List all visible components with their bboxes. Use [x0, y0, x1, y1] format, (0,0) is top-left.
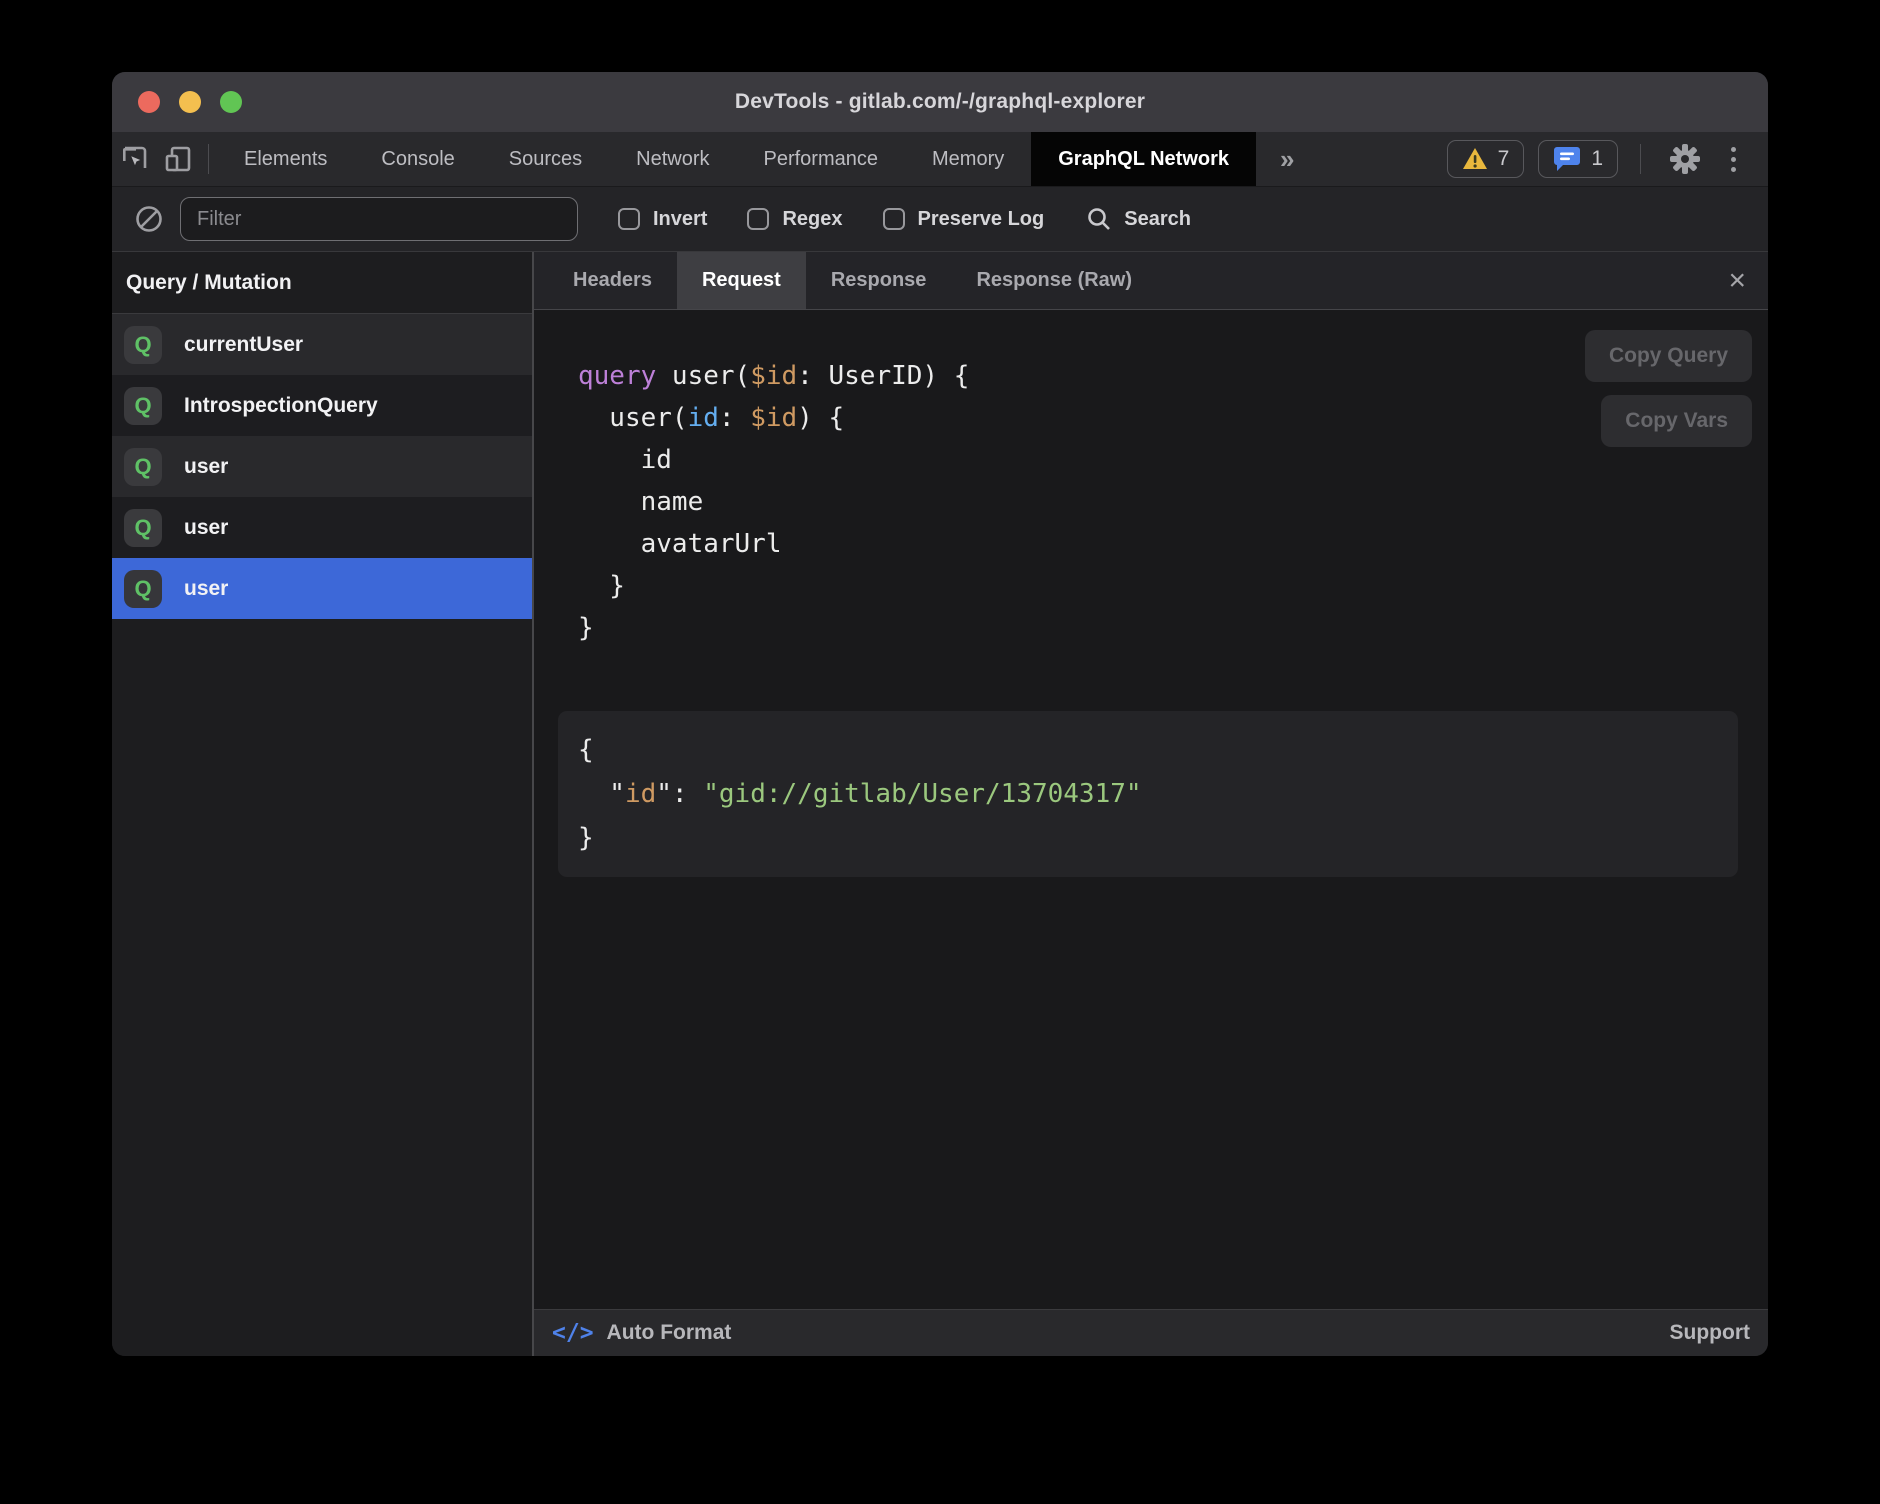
query-variables-box: { "id": "gid://gitlab/User/13704317"} [558, 711, 1738, 877]
list-item-user[interactable]: Quser [112, 497, 532, 558]
request-detail-panel: HeadersRequestResponseResponse (Raw) × q… [534, 252, 1768, 1356]
code-line: user(id: $id) { [578, 397, 1768, 439]
query-type-badge: Q [124, 570, 162, 608]
main-toolbar: ElementsConsoleSourcesNetworkPerformance… [112, 132, 1768, 187]
query-type-badge: Q [124, 509, 162, 547]
detail-tab-headers[interactable]: Headers [548, 252, 677, 309]
issues-badge[interactable]: 1 [1538, 140, 1618, 178]
list-item-user[interactable]: Quser [112, 558, 532, 619]
detail-tab-request[interactable]: Request [677, 252, 806, 309]
tab-elements[interactable]: Elements [217, 132, 354, 186]
query-name-label: IntrospectionQuery [184, 394, 378, 418]
query-name-label: user [184, 577, 228, 601]
badge-separator [1640, 144, 1641, 174]
inspect-element-icon[interactable] [112, 132, 156, 186]
content-area: Query / Mutation QcurrentUserQIntrospect… [112, 252, 1768, 1356]
more-tabs-chevron-icon[interactable]: » [1256, 132, 1318, 186]
search-label: Search [1124, 208, 1191, 231]
toggle-device-toolbar-icon[interactable] [156, 132, 200, 186]
detail-tab-strip: HeadersRequestResponseResponse (Raw) [548, 252, 1157, 309]
checkbox-preserve-log[interactable]: Preserve Log [883, 208, 1045, 231]
checkbox-label: Regex [782, 208, 842, 231]
query-type-badge: Q [124, 326, 162, 364]
filter-bar: Invert Regex Preserve Log Search [112, 187, 1768, 252]
toolbar-separator [208, 144, 209, 174]
code-brackets-icon: </> [552, 1320, 594, 1346]
detail-tab-response[interactable]: Response [806, 252, 952, 309]
warnings-badge[interactable]: 7 [1447, 140, 1525, 178]
request-tab-body: query user($id: UserID) { user(id: $id) … [534, 310, 1768, 1309]
checkbox-invert[interactable]: Invert [618, 208, 707, 231]
code-line: avatarUrl [578, 523, 1768, 565]
footer-bar: </> Auto Format Support [534, 1309, 1768, 1356]
query-list-header: Query / Mutation [112, 252, 532, 314]
graphql-query-code: query user($id: UserID) { user(id: $id) … [578, 355, 1768, 649]
issues-count: 1 [1591, 147, 1603, 171]
tab-sources[interactable]: Sources [482, 132, 609, 186]
tab-network[interactable]: Network [609, 132, 736, 186]
query-type-badge: Q [124, 448, 162, 486]
code-line: id [578, 439, 1768, 481]
warning-icon [1462, 147, 1488, 171]
checkbox-label: Preserve Log [918, 208, 1045, 231]
auto-format-button[interactable]: </> Auto Format [552, 1320, 731, 1346]
code-line: } [578, 607, 1768, 649]
detail-tab-response-raw[interactable]: Response (Raw) [951, 252, 1157, 309]
clear-block-icon[interactable] [132, 205, 166, 233]
code-line: } [578, 816, 1718, 860]
chat-bubble-icon [1553, 146, 1581, 172]
code-line: name [578, 481, 1768, 523]
warnings-count: 7 [1498, 147, 1510, 171]
window-title: DevTools - gitlab.com/-/graphql-explorer [735, 90, 1145, 114]
customize-devtools-kebab-icon[interactable] [1721, 141, 1746, 178]
query-name-label: user [184, 516, 228, 540]
filter-checkbox-strip: Invert Regex Preserve Log [578, 208, 1044, 231]
title-bar: DevTools - gitlab.com/-/graphql-explorer [112, 72, 1768, 132]
query-list-panel: Query / Mutation QcurrentUserQIntrospect… [112, 252, 532, 1356]
close-window-button[interactable] [138, 91, 160, 113]
query-name-label: user [184, 455, 228, 479]
toolbar-right-cluster: 7 1 [1447, 132, 1768, 186]
code-line: { [578, 728, 1718, 772]
tab-memory[interactable]: Memory [905, 132, 1031, 186]
close-detail-icon[interactable]: × [1706, 266, 1768, 296]
list-item-user[interactable]: Quser [112, 436, 532, 497]
detail-tab-bar: HeadersRequestResponseResponse (Raw) × [534, 252, 1768, 310]
list-item-currentuser[interactable]: QcurrentUser [112, 314, 532, 375]
code-line: "id": "gid://gitlab/User/13704317" [578, 772, 1718, 816]
main-tab-strip: ElementsConsoleSourcesNetworkPerformance… [217, 132, 1256, 186]
code-line: } [578, 565, 1768, 607]
zoom-window-button[interactable] [220, 91, 242, 113]
minimize-window-button[interactable] [179, 91, 201, 113]
query-name-label: currentUser [184, 333, 303, 357]
search-icon [1086, 206, 1112, 232]
filter-input[interactable] [180, 197, 578, 241]
tab-graphql-network[interactable]: GraphQL Network [1031, 132, 1256, 186]
list-item-introspectionquery[interactable]: Q IntrospectionQuery [112, 375, 532, 436]
checkbox-box[interactable] [747, 208, 769, 230]
settings-gear-icon[interactable] [1663, 142, 1707, 176]
checkbox-box[interactable] [618, 208, 640, 230]
query-type-badge: Q [124, 387, 162, 425]
query-list: QcurrentUserQIntrospectionQueryQuserQuse… [112, 314, 532, 619]
tab-performance[interactable]: Performance [737, 132, 906, 186]
tab-console[interactable]: Console [354, 132, 481, 186]
checkbox-box[interactable] [883, 208, 905, 230]
search-button[interactable]: Search [1086, 206, 1191, 232]
traffic-lights [138, 72, 242, 132]
copy-vars-button[interactable]: Copy Vars [1601, 395, 1752, 447]
devtools-window: DevTools - gitlab.com/-/graphql-explorer… [112, 72, 1768, 1356]
checkbox-regex[interactable]: Regex [747, 208, 842, 231]
checkbox-label: Invert [653, 208, 707, 231]
copy-query-button[interactable]: Copy Query [1585, 330, 1752, 382]
support-link[interactable]: Support [1670, 1321, 1750, 1345]
auto-format-label: Auto Format [607, 1321, 732, 1345]
